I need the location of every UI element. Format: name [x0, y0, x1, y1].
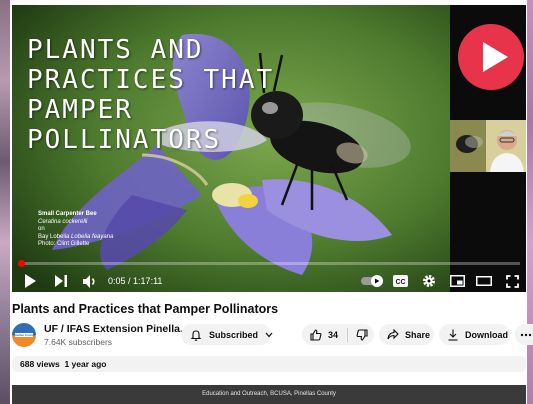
video-overlay-title: PLANTS AND PRACTICES THAT PAMPER POLLINA…: [27, 35, 275, 155]
more-horizontal-icon: [520, 333, 532, 337]
bottom-banner: Education and Outreach, BCUSA, Pinellas …: [12, 385, 526, 404]
background-left-edge: [0, 0, 10, 404]
caption-plant: Bay Lobelia Lobelia feayana: [38, 234, 113, 242]
time-total: 1:17:11: [133, 276, 163, 286]
subscribed-label: Subscribed: [209, 329, 259, 340]
settings-gear-icon[interactable]: [421, 272, 437, 290]
avatar-label: Pinellas County: [13, 333, 36, 337]
like-dislike-group: 34: [302, 324, 374, 345]
video-title: Plants and Practices that Pamper Pollina…: [12, 302, 279, 316]
theater-mode-icon[interactable]: [476, 272, 492, 290]
photo-caption: Small Carpenter Bee Ceratina cockerelli …: [38, 211, 113, 249]
fullscreen-icon[interactable]: [504, 272, 520, 290]
share-label: Share: [405, 329, 431, 340]
miniplayer-icon[interactable]: [449, 272, 465, 290]
description-box[interactable]: 688 views 1 year ago: [12, 356, 526, 372]
subscriber-count: 7.64K subscribers: [44, 337, 113, 347]
share-button[interactable]: Share: [379, 324, 434, 345]
view-count: 688 views: [20, 359, 60, 369]
next-video-icon[interactable]: [54, 272, 68, 290]
caption-on: on: [38, 226, 45, 232]
volume-icon[interactable]: [82, 272, 98, 290]
video-player[interactable]: PLANTS AND PRACTICES THAT PAMPER POLLINA…: [12, 5, 526, 292]
time-display: 0:05 / 1:17:11: [108, 276, 162, 287]
channel-name[interactable]: UF / IFAS Extension Pinella...: [44, 323, 189, 336]
youtube-play-logo-icon[interactable]: [457, 23, 525, 91]
video-frame[interactable]: PLANTS AND PRACTICES THAT PAMPER POLLINA…: [12, 5, 450, 292]
caption-species-latin: Ceratina cockerelli: [38, 218, 88, 225]
like-button[interactable]: 34: [302, 324, 338, 345]
bottom-banner-text: Education and Outreach, BCUSA, Pinellas …: [202, 391, 336, 397]
closed-captions-icon[interactable]: CC: [392, 272, 408, 290]
bell-icon: [190, 329, 202, 341]
speaker-webcam-inset: [450, 120, 526, 172]
download-label: Download: [465, 329, 508, 340]
thumbs-up-icon: [310, 328, 322, 341]
caption-plant-latin: Lobelia feayana: [71, 233, 114, 240]
caption-species-common: Small Carpenter Bee: [38, 211, 97, 217]
thumbs-down-icon: [356, 328, 368, 341]
player-controls: 0:05 / 1:17:11 CC: [12, 257, 526, 292]
dislike-button[interactable]: [348, 324, 368, 345]
download-icon: [448, 329, 458, 341]
play-icon[interactable]: [23, 272, 37, 290]
caption-plant-common: Bay Lobelia: [38, 233, 70, 240]
more-actions-button[interactable]: [515, 324, 533, 345]
download-button[interactable]: Download: [439, 324, 510, 345]
like-count: 34: [328, 329, 339, 340]
caption-photo-credit: Photo: Clint Gillette: [38, 241, 90, 247]
progress-bar[interactable]: [18, 260, 520, 267]
upload-date: 1 year ago: [64, 359, 107, 369]
autoplay-toggle-icon[interactable]: [360, 272, 384, 290]
time-current: 0:05: [108, 276, 126, 286]
time-separator: /: [125, 276, 134, 286]
chevron-down-icon: [265, 332, 273, 338]
svg-text:CC: CC: [395, 279, 405, 286]
progress-scrubber[interactable]: [18, 260, 25, 267]
views-and-date: 688 views 1 year ago: [20, 359, 107, 370]
subscribed-button[interactable]: Subscribed: [181, 324, 273, 345]
channel-avatar[interactable]: Pinellas County: [12, 323, 36, 347]
share-arrow-icon: [387, 329, 399, 340]
